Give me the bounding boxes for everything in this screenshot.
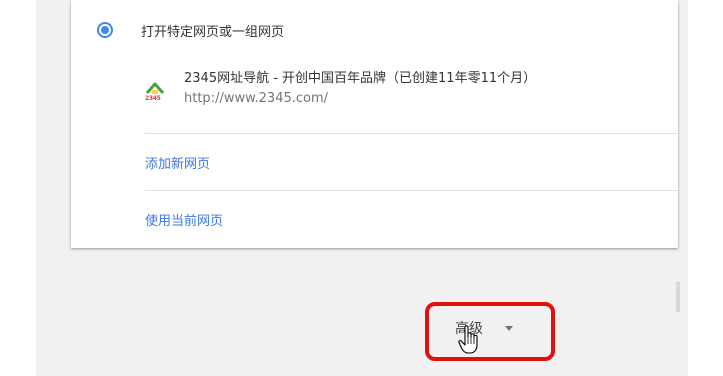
use-current-pages-link[interactable]: 使用当前网页	[145, 210, 223, 229]
startup-pages-card: 打开特定网页或一组网页 2345 2345网址导航 - 开创中国百年品牌（已创建…	[71, 0, 678, 248]
chevron-down-icon	[505, 325, 513, 331]
site-favicon-icon: 2345	[145, 81, 165, 105]
divider	[145, 133, 678, 134]
scroll-edge	[676, 282, 680, 312]
radio-selected-icon[interactable]	[97, 22, 113, 38]
open-specific-pages-option[interactable]: 打开特定网页或一组网页	[97, 14, 284, 46]
open-specific-pages-label: 打开特定网页或一组网页	[141, 24, 285, 40]
favicon-text: 2345	[145, 95, 161, 102]
advanced-section: 高级	[425, 302, 555, 361]
site-url: http://www.2345.com/	[184, 91, 329, 106]
hand-pointer-cursor-icon	[458, 325, 482, 355]
site-title: 2345网址导航 - 开创中国百年品牌（已创建11年零11个月）	[184, 71, 537, 86]
startup-page-entry: 2345 2345网址导航 - 开创中国百年品牌（已创建11年零11个月） ht…	[145, 71, 678, 123]
divider	[145, 190, 678, 191]
add-new-page-link[interactable]: 添加新网页	[145, 153, 210, 172]
radio-dot	[101, 26, 109, 34]
settings-viewport: 打开特定网页或一组网页 2345 2345网址导航 - 开创中国百年品牌（已创建…	[0, 0, 723, 376]
